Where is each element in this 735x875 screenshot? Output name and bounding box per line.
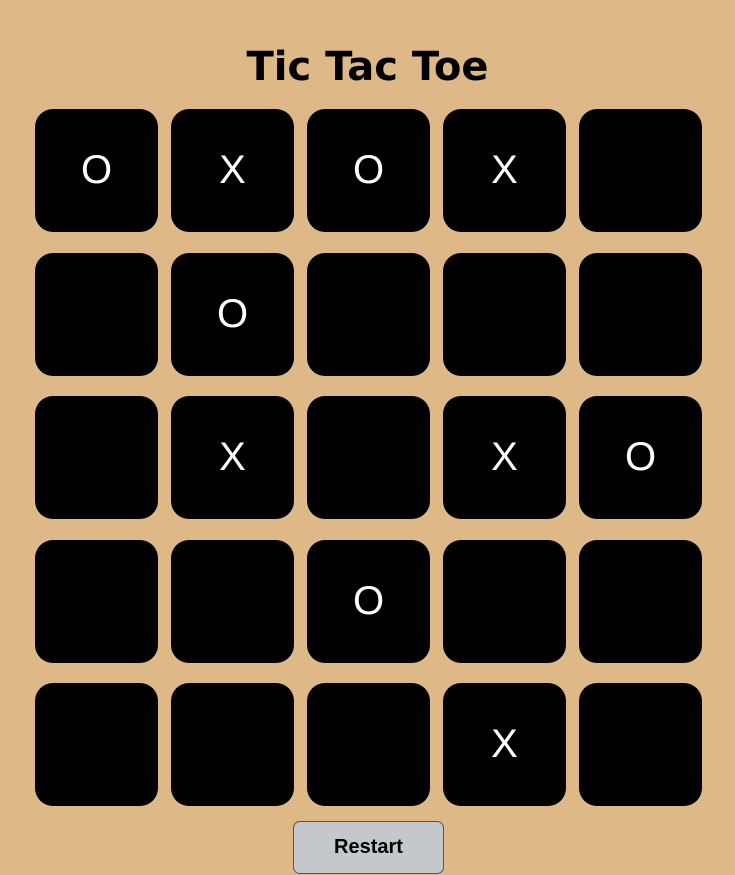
board-cell[interactable] bbox=[35, 252, 158, 376]
board-cell[interactable]: O bbox=[35, 109, 158, 232]
board-cell[interactable]: O bbox=[307, 539, 430, 663]
board-cell[interactable] bbox=[579, 109, 702, 232]
board-cell[interactable]: X bbox=[443, 683, 566, 806]
board-cell[interactable] bbox=[443, 252, 566, 376]
board-cell[interactable] bbox=[171, 539, 294, 663]
board-cell[interactable]: X bbox=[171, 109, 294, 232]
board-cell[interactable] bbox=[579, 252, 702, 376]
board-cell[interactable] bbox=[307, 683, 430, 806]
board-cell[interactable]: O bbox=[171, 252, 294, 376]
board-cell[interactable] bbox=[35, 683, 158, 806]
board-cell[interactable] bbox=[307, 396, 430, 519]
board-cell[interactable] bbox=[443, 539, 566, 663]
board-cell[interactable]: X bbox=[171, 396, 294, 519]
board-cell[interactable] bbox=[35, 539, 158, 663]
board-cell[interactable]: O bbox=[307, 109, 430, 232]
board-cell[interactable] bbox=[35, 396, 158, 519]
restart-button[interactable]: Restart bbox=[293, 821, 444, 874]
board-cell[interactable]: X bbox=[443, 396, 566, 519]
board-cell[interactable]: X bbox=[443, 109, 566, 232]
game-title: Tic Tac Toe bbox=[246, 44, 489, 90]
board-cell[interactable] bbox=[579, 539, 702, 663]
game-board: O X O X O X X O O X bbox=[35, 109, 702, 806]
board-cell[interactable] bbox=[579, 683, 702, 806]
board-cell[interactable] bbox=[171, 683, 294, 806]
board-cell[interactable] bbox=[307, 252, 430, 376]
board-cell[interactable]: O bbox=[579, 396, 702, 519]
